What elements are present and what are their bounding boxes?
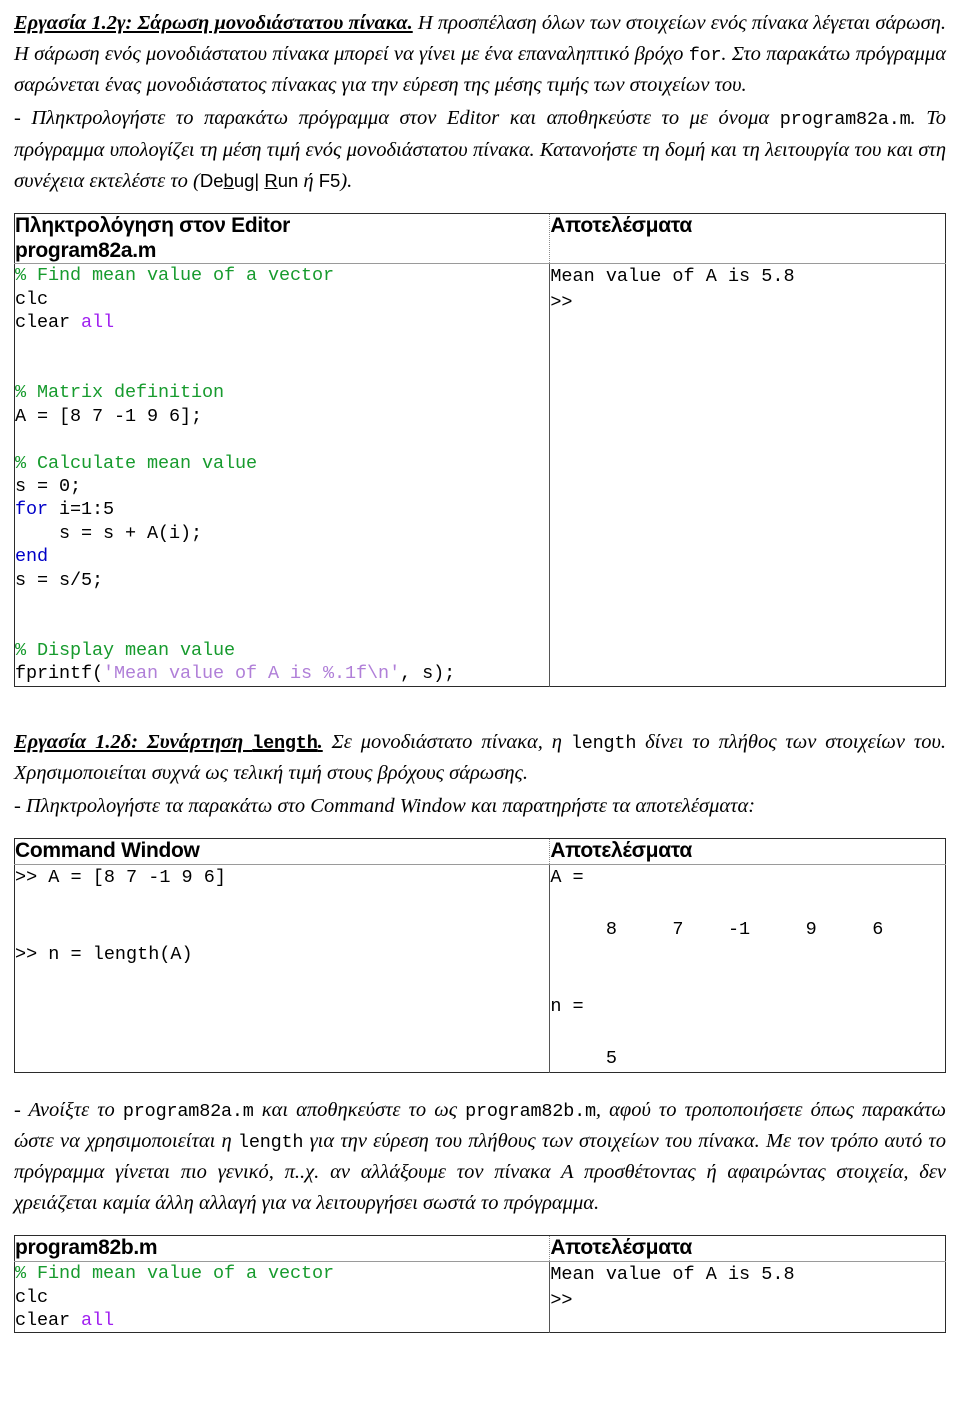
menu-debug-prefix: De	[199, 169, 224, 191]
table1-header-left: Πληκτρολόγηση στον Editor program82a.m	[15, 213, 291, 262]
table1-header-right-cell: Αποτελέσματα	[549, 213, 946, 265]
table2-header-left: Command Window	[15, 838, 200, 862]
menu-debug-suffix: ug|	[233, 169, 265, 191]
table-body-row: >> A = [8 7 -1 9 6] >> n = length(A) A =…	[15, 864, 946, 1073]
table3-header-left-cell: program82b.m	[14, 1235, 550, 1263]
section2-length-fn: length	[570, 732, 637, 754]
menu-path-debug-run: Debug| Run	[200, 170, 298, 191]
section1-keyword-for: for	[688, 45, 722, 67]
table1-code-cell: % Find mean value of a vector clc clear …	[15, 264, 550, 686]
table-body-row: % Find mean value of a vector clc clear …	[15, 1261, 946, 1333]
table2-header-right: Αποτελέσματα	[550, 838, 692, 862]
section2-paragraph-2: - Πληκτρολογήστε τα παρακάτω στο Command…	[14, 794, 756, 817]
section2-par1-text-a: Σε μονοδιάστατο πίνακα, η	[322, 730, 571, 753]
section3-filename-program82b: program82b.m	[465, 1100, 596, 1122]
table3-output-cell: Mean value of A is 5.8 >>	[549, 1261, 946, 1333]
table1-output-cell: Mean value of A is 5.8 >>	[549, 263, 946, 686]
matlab-code-program82b: % Find mean value of a vector clc clear …	[15, 1263, 335, 1332]
command-window-results: A = 8 7 -1 9 6 n = 5	[550, 866, 884, 1069]
command-window-commands: >> A = [8 7 -1 9 6] >> n = length(A)	[15, 866, 226, 966]
table-header-row: Command Window Αποτελέσματα	[14, 838, 946, 865]
menu-debug-mnemonic: b	[223, 169, 234, 191]
table1-header-right: Αποτελέσματα	[550, 213, 692, 237]
section3-paragraph: - Ανοίξτε το program82a.m και αποθηκεύστ…	[14, 1095, 946, 1220]
section1-par2-text-d: ).	[340, 169, 353, 192]
menu-run-suffix: un	[277, 169, 299, 191]
section1-par2-text-c: ή	[298, 169, 319, 192]
section3-text-a: - Ανοίξτε το	[14, 1098, 123, 1121]
section3-text-b: και αποθηκεύστε το ως	[253, 1098, 466, 1121]
section1-paragraph-1: Εργασία 1.2γ: Σάρωση μονοδιάστατου πίνακ…	[14, 8, 946, 101]
table3-code-cell: % Find mean value of a vector clc clear …	[15, 1262, 550, 1333]
section1-filename-program82a: program82a.m	[779, 109, 911, 131]
table-header-row: program82b.m Αποτελέσματα	[14, 1235, 946, 1263]
table2-header-right-cell: Αποτελέσματα	[549, 838, 946, 865]
document-page: Εργασία 1.2γ: Σάρωση μονοδιάστατου πίνακ…	[0, 0, 960, 1409]
table2-results-cell: A = 8 7 -1 9 6 n = 5	[549, 864, 946, 1073]
table-body-row: % Find mean value of a vector clc clear …	[15, 263, 946, 686]
task-heading-1-2d-text: Εργασία 1.2δ: Συνάρτηση	[14, 730, 253, 753]
table3-header-left: program82b.m	[15, 1236, 158, 1260]
table3-header-right: Αποτελέσματα	[550, 1236, 692, 1260]
matlab-code-program82a: % Find mean value of a vector clc clear …	[15, 265, 456, 685]
section2-paragraph-1: Εργασία 1.2δ: Συνάρτηση length. Σε μονοδ…	[14, 727, 946, 789]
task-heading-1-2d: Εργασία 1.2δ: Συνάρτηση length.	[14, 730, 323, 754]
table2-header-left-cell: Command Window	[14, 838, 550, 865]
table3-header-right-cell: Αποτελέσματα	[549, 1235, 946, 1263]
table-header-row: Πληκτρολόγηση στον Editor program82a.m Α…	[14, 213, 946, 265]
program82b-results-table: program82b.m Αποτελέσματα % Find mean va…	[14, 1235, 946, 1334]
section1-paragraph-2: - Πληκτρολογήστε το παρακάτω πρόγραμμα σ…	[14, 103, 946, 196]
command-window-results-table: Command Window Αποτελέσματα >> A = [8 7 …	[14, 837, 946, 1073]
matlab-output-program82a: Mean value of A is 5.8 >>	[550, 266, 795, 314]
matlab-output-program82b: Mean value of A is 5.8 >>	[550, 1264, 795, 1312]
menu-run-mnemonic: R	[264, 169, 278, 191]
editor-results-table: Πληκτρολόγηση στον Editor program82a.m Α…	[14, 212, 946, 687]
task-heading-1-2g: Εργασία 1.2γ: Σάρωση μονοδιάστατου πίνακ…	[14, 12, 413, 34]
section1-par2-text-a: - Πληκτρολογήστε το παρακάτω πρόγραμμα σ…	[14, 107, 780, 130]
section3-filename-program82a: program82a.m	[122, 1100, 254, 1122]
table1-header-left-cell: Πληκτρολόγηση στον Editor program82a.m	[14, 213, 550, 265]
task-heading-length-fn: length	[252, 732, 318, 754]
shortcut-key-f5: F5	[318, 169, 341, 191]
section3-length-fn: length	[237, 1132, 304, 1154]
table2-commands-cell: >> A = [8 7 -1 9 6] >> n = length(A)	[15, 864, 550, 1072]
